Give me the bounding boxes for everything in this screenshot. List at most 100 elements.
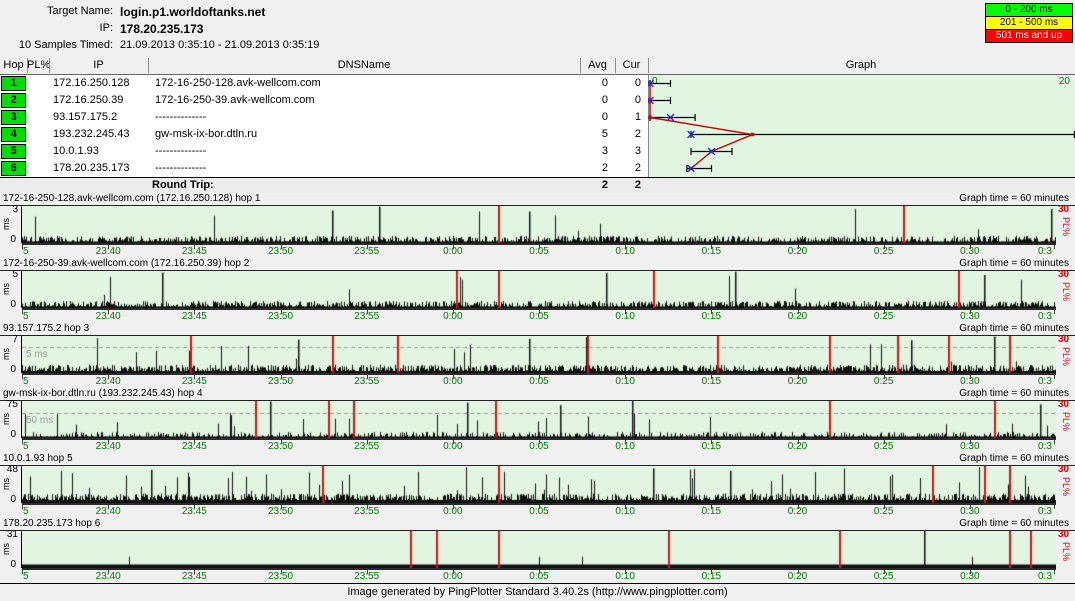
graph-hop-label: gw-msk-ix-bor.dtln.ru (193.232.245.43) h… [3, 388, 203, 400]
avg-point-marker [751, 133, 754, 136]
hop-graph-block: 178.20.235.173 hop 6Graph time = 60 minu… [0, 518, 1075, 583]
x-tick-label: 5 [23, 571, 29, 582]
x-tick-label: 0:05 [529, 571, 548, 582]
x-tick-label: 0:3 [1038, 506, 1052, 517]
x-tick-label: 0:20 [788, 441, 807, 452]
x-tick-label: 0:15 [702, 571, 721, 582]
x-tick-label: 0:3 [1038, 311, 1052, 322]
x-tick-label: 5 [23, 246, 29, 257]
ip-cell: 193.232.245.43 [53, 126, 129, 143]
y-zero-label: 0 [10, 494, 16, 505]
x-tick-label: 0:10 [615, 246, 634, 257]
y-unit-label: ms [1, 543, 11, 555]
y-zero-label: 0 [10, 234, 16, 245]
pl-axis-label: PL% [1061, 347, 1071, 366]
y-axis-gutter: 48ms0 [0, 466, 22, 503]
graph-label-strip: 172-16-250-128.avk-wellcom.com (172.16.2… [0, 193, 1075, 206]
hop-number-cell: 2 [1, 93, 26, 108]
x-tick-label: 23:50 [268, 311, 293, 322]
y-max-label: 48 [7, 464, 18, 475]
pl-percent-cell [28, 92, 44, 109]
x-tick-label: 0:00 [443, 441, 462, 452]
graph-time-label: Graph time = 60 minutes [959, 518, 1069, 530]
x-tick-mark [1054, 440, 1055, 444]
cur-cell: 0 [615, 75, 641, 92]
latency-timeline-canvas [22, 336, 1056, 375]
x-tick-label: 0:00 [443, 246, 462, 257]
x-tick-label: 0:20 [788, 246, 807, 257]
x-tick-label: 0:10 [615, 311, 634, 322]
pl-percent-cell [28, 160, 44, 177]
graph-time-label: Graph time = 60 minutes [959, 193, 1069, 205]
avg-cell: 5 [580, 126, 608, 143]
x-tick-label: 0:05 [529, 246, 548, 257]
y-max-label: 75 [7, 399, 18, 410]
round-trip-avg: 2 [580, 178, 608, 193]
pl-percent-cell [28, 109, 44, 126]
column-header-avg[interactable]: Avg [580, 57, 615, 74]
pl-max-label: 30 [1058, 269, 1069, 280]
x-tick-label: 0:15 [702, 506, 721, 517]
column-header-cur[interactable]: Cur [615, 57, 648, 74]
x-tick-label: 5 [23, 506, 29, 517]
x-tick-label: 0:05 [529, 311, 548, 322]
latency-legend: 0 - 200 ms201 - 500 ms501 ms and up [985, 3, 1073, 43]
graph-label-strip: 172-16-250-39.avk-wellcom.com (172.16.25… [0, 258, 1075, 271]
ip-cell: 93.157.175.2 [53, 109, 117, 126]
latency-timeline-canvas [22, 466, 1056, 505]
x-tick-label: 23:40 [96, 506, 121, 517]
x-tick-label: 0:25 [874, 376, 893, 387]
column-header-dnsname[interactable]: DNSName [148, 57, 580, 74]
x-tick-label: 0:30 [960, 571, 979, 582]
pl-max-label: 30 [1058, 334, 1069, 345]
x-tick-label: 23:50 [268, 506, 293, 517]
x-tick-label: 0:25 [874, 311, 893, 322]
column-header-graph[interactable]: Graph [648, 57, 1074, 74]
column-header-ip[interactable]: IP [49, 57, 148, 74]
avg-cell: 2 [580, 160, 608, 177]
graph-plot-row: 3ms030PL% [0, 206, 1075, 245]
x-tick-label: 23:40 [96, 441, 121, 452]
column-header-pl[interactable]: PL% [27, 57, 49, 74]
pl-axis-gutter: 30PL% [1056, 466, 1075, 505]
avg-cell: 3 [580, 143, 608, 160]
x-tick-label: 0:15 [702, 311, 721, 322]
samples-label: 10 Samples Timed: [0, 39, 113, 51]
graph-time-label: Graph time = 60 minutes [959, 323, 1069, 335]
column-separator [148, 58, 149, 73]
latency-timeline-canvas [22, 271, 1056, 310]
dns-name-cell: -------------- [155, 109, 206, 126]
y-unit-label: ms [1, 283, 11, 295]
y-max-label: 7 [12, 334, 18, 345]
latency-timeline-canvas [22, 206, 1056, 245]
x-tick-label: 23:45 [182, 311, 207, 322]
x-tick-label: 0:25 [874, 441, 893, 452]
pl-axis-label: PL% [1061, 217, 1071, 236]
graph-x-axis: 523:4023:4523:5023:550:000:050:100:150:2… [0, 310, 1075, 323]
graph-label-strip: 178.20.235.173 hop 6Graph time = 60 minu… [0, 518, 1075, 531]
cur-cell: 0 [615, 92, 641, 109]
x-tick-label: 23:50 [268, 441, 293, 452]
summary-header: Target Name: login.p1.worldoftanks.net I… [0, 0, 980, 56]
legend-item: 501 ms and up [985, 29, 1073, 43]
y-max-label: 31 [7, 529, 18, 540]
x-tick-label: 0:3 [1038, 376, 1052, 387]
graph-hop-label: 172-16-250-128.avk-wellcom.com (172.16.2… [3, 193, 260, 205]
x-tick-label: 23:55 [354, 311, 379, 322]
graph-time-label: Graph time = 60 minutes [959, 258, 1069, 270]
pl-axis-label: PL% [1061, 412, 1071, 431]
graph-plot-row: 31ms030PL% [0, 531, 1075, 570]
pl-axis-gutter: 30 PL% [1056, 336, 1075, 375]
y-zero-label: 0 [10, 299, 16, 310]
hop-number-cell: 5 [1, 144, 26, 159]
hop-number-cell: 3 [1, 110, 26, 125]
x-tick-label: 0:25 [874, 571, 893, 582]
latency-timeline-canvas [22, 401, 1056, 440]
avg-latency-line [650, 84, 753, 169]
x-tick-label: 5 [23, 376, 29, 387]
column-header-hop[interactable]: Hop [0, 57, 27, 74]
x-tick-label: 23:40 [96, 246, 121, 257]
x-tick-label: 0:10 [615, 571, 634, 582]
pl-axis-gutter: 30PL% [1056, 531, 1075, 570]
x-tick-label: 23:55 [354, 246, 379, 257]
